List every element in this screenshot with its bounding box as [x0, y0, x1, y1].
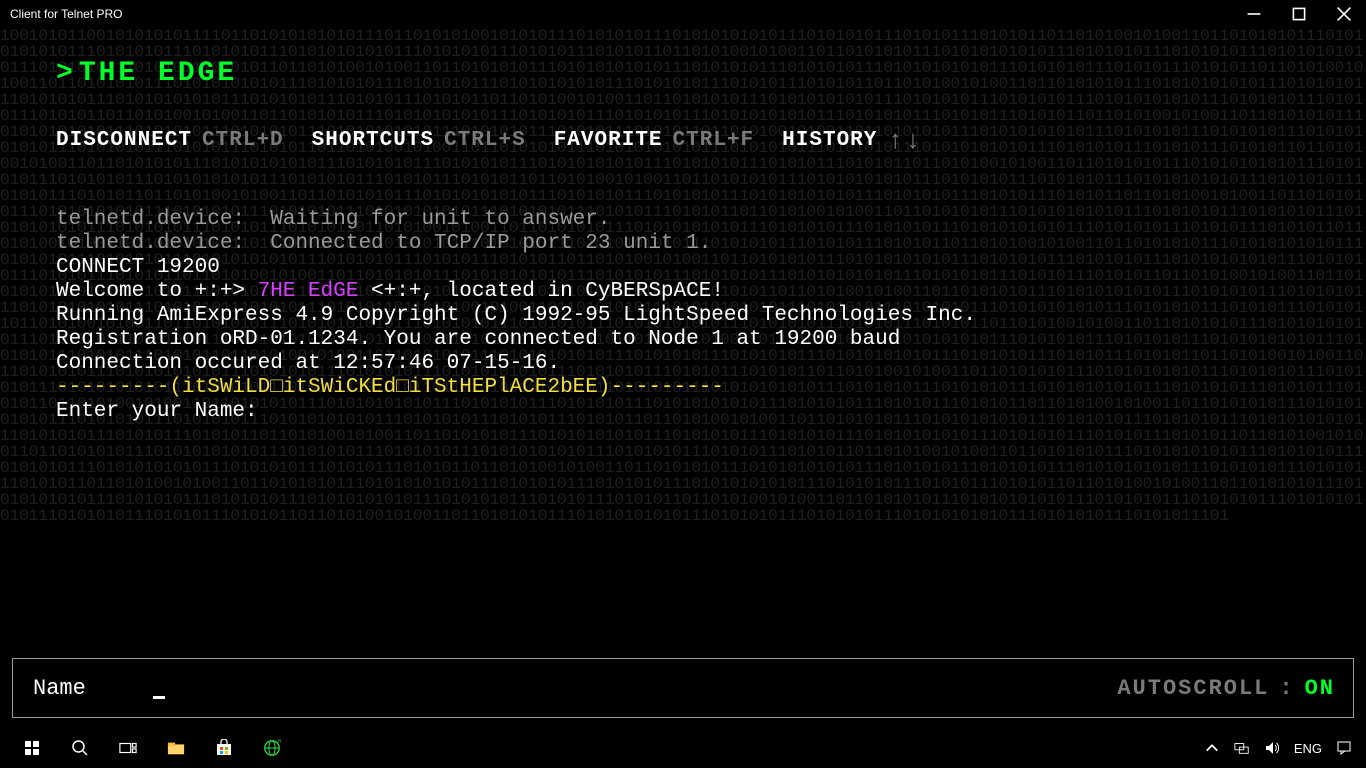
term-line: Welcome to +:+> 7HE EdGE <+:+, located i… [56, 280, 1310, 304]
tray-expand-icon[interactable] [1204, 740, 1220, 756]
menu-history-label: HISTORY [782, 129, 877, 152]
app-title-text: THE EDGE [79, 58, 237, 89]
window-titlebar: Client for Telnet PRO [0, 0, 1366, 28]
menu-disconnect-shortcut: CTRL+D [202, 129, 284, 152]
term-line: Running AmiExpress 4.9 Copyright (C) 199… [56, 304, 1310, 328]
tray-network-icon[interactable] [1234, 740, 1250, 756]
autoscroll-value: ON [1305, 676, 1335, 701]
windows-taskbar: PRO ENG [0, 728, 1366, 768]
welcome-pre: Welcome to +:+> [56, 280, 258, 303]
tray-language[interactable]: ENG [1294, 741, 1322, 756]
svg-text:PRO: PRO [277, 739, 281, 744]
menu-favorite-label: FAVORITE [554, 129, 663, 152]
menu-disconnect-label: DISCONNECT [56, 129, 192, 152]
menu-history[interactable]: HISTORY ↑↓ [782, 129, 920, 152]
term-line: telnetd.device: Waiting for unit to answ… [56, 208, 1310, 232]
search-button[interactable] [56, 728, 104, 768]
main-menu: DISCONNECT CTRL+D SHORTCUTS CTRL+S FAVOR… [56, 129, 1310, 152]
autoscroll-sep: : [1279, 676, 1294, 701]
window-maximize-button[interactable] [1276, 0, 1321, 28]
menu-favorite-shortcut: CTRL+F [673, 129, 755, 152]
menu-shortcuts-label: SHORTCUTS [312, 129, 434, 152]
tray-volume-icon[interactable] [1264, 740, 1280, 756]
tray-action-center-icon[interactable] [1336, 740, 1352, 756]
welcome-post: <+:+, located in CyBERSpACE! [358, 280, 723, 303]
menu-shortcuts-shortcut: CTRL+S [444, 129, 526, 152]
window-title: Client for Telnet PRO [10, 7, 123, 21]
term-tagline: ---------(itSWiLD□itSWiCKEd□iTStHEPlACE2… [56, 376, 1310, 400]
term-prompt: Enter your Name: [56, 400, 1310, 424]
taskbar-telnet-app[interactable]: PRO [248, 728, 296, 768]
start-button[interactable] [8, 728, 56, 768]
command-input[interactable] [31, 675, 155, 702]
autoscroll-label: AUTOSCROLL [1117, 676, 1269, 701]
history-arrows-icon: ↑↓ [887, 131, 920, 151]
window-close-button[interactable] [1321, 0, 1366, 28]
prompt-prefix: > [56, 58, 73, 89]
term-line: telnetd.device: Connected to TCP/IP port… [56, 232, 1310, 256]
text-cursor [153, 696, 165, 699]
menu-disconnect[interactable]: DISCONNECT CTRL+D [56, 129, 284, 152]
autoscroll-toggle[interactable]: AUTOSCROLL : ON [1117, 676, 1335, 701]
menu-favorite[interactable]: FAVORITE CTRL+F [554, 129, 754, 152]
term-line: Registration oRD-01.1234. You are connec… [56, 328, 1310, 352]
task-view-button[interactable] [104, 728, 152, 768]
terminal-output: telnetd.device: Waiting for unit to answ… [0, 152, 1366, 424]
term-line: Connection occured at 12:57:46 07-15-16. [56, 352, 1310, 376]
input-bar: AUTOSCROLL : ON [12, 658, 1354, 718]
tray-language-label: ENG [1294, 741, 1322, 756]
window-minimize-button[interactable] [1231, 0, 1276, 28]
taskbar-store[interactable] [200, 728, 248, 768]
welcome-bbs-name: 7HE EdGE [258, 280, 359, 303]
menu-shortcuts[interactable]: SHORTCUTS CTRL+S [312, 129, 526, 152]
app-title: >THE EDGE [56, 58, 1310, 89]
term-line: CONNECT 19200 [56, 256, 1310, 280]
taskbar-file-explorer[interactable] [152, 728, 200, 768]
